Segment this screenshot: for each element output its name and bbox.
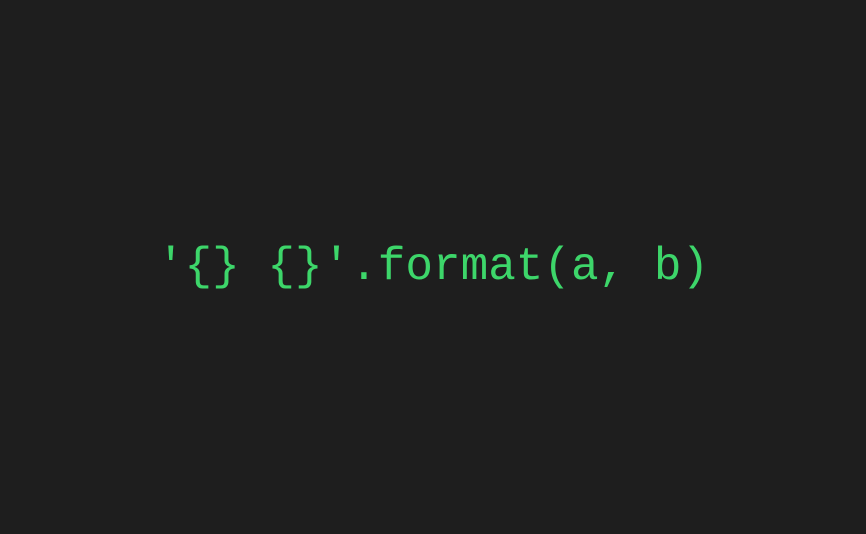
code-snippet: '{} {}'.format(a, b): [157, 241, 709, 293]
